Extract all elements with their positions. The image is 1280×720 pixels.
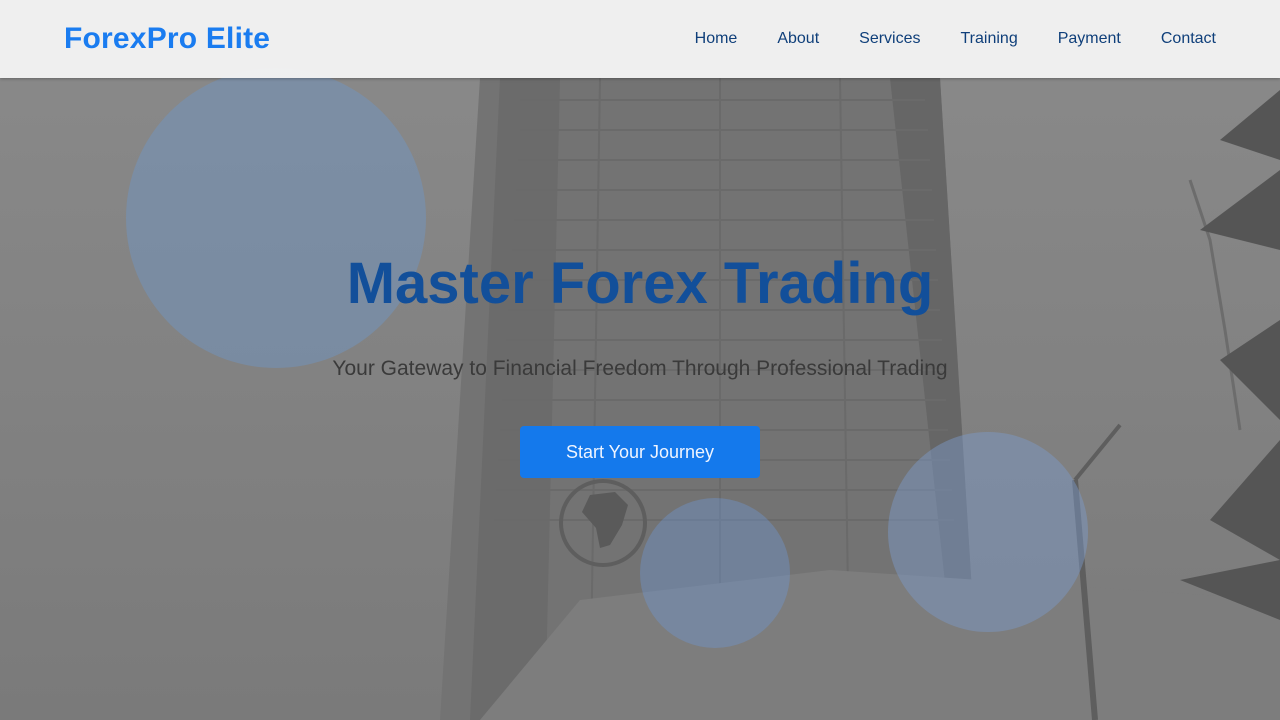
nav-item-about[interactable]: About — [777, 30, 819, 48]
nav-item-contact[interactable]: Contact — [1161, 30, 1216, 48]
hero-subtitle: Your Gateway to Financial Freedom Throug… — [332, 357, 948, 380]
site-header: ForexPro Elite Home About Services Train… — [0, 0, 1280, 78]
hero-content: Master Forex Trading Your Gateway to Fin… — [0, 0, 1280, 720]
brand-logo[interactable]: ForexPro Elite — [64, 22, 270, 56]
main-nav: Home About Services Training Payment Con… — [695, 30, 1216, 48]
start-journey-button[interactable]: Start Your Journey — [520, 426, 760, 478]
nav-item-services[interactable]: Services — [859, 30, 920, 48]
nav-item-home[interactable]: Home — [695, 30, 738, 48]
nav-item-payment[interactable]: Payment — [1058, 30, 1121, 48]
nav-item-training[interactable]: Training — [961, 30, 1018, 48]
hero-title: Master Forex Trading — [346, 251, 934, 316]
